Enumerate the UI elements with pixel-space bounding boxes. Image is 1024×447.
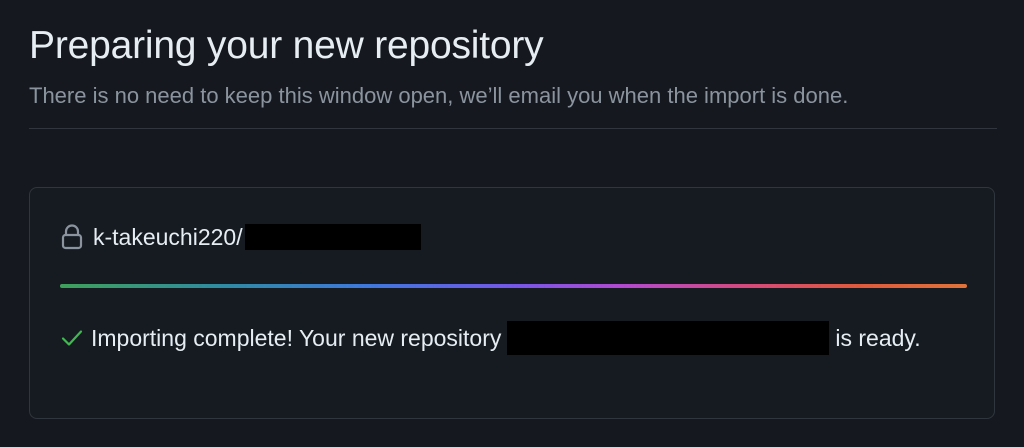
status-message-prefix: Importing complete! Your new repository (91, 325, 502, 351)
repository-owner[interactable]: k-takeuchi220/ (93, 224, 243, 251)
repository-name: k-takeuchi220/ (61, 222, 421, 252)
import-status-card: k-takeuchi220/ Importing complete! Your … (29, 187, 995, 419)
lock-icon (61, 224, 83, 250)
import-status-message: Importing complete! Your new repository i… (61, 318, 941, 358)
status-message-suffix: is ready. (835, 325, 921, 351)
page-header: Preparing your new repository There is n… (29, 22, 997, 110)
redacted-repository-name (244, 224, 421, 250)
import-progress-bar (60, 284, 967, 288)
redacted-repository-link (507, 321, 830, 355)
check-icon (61, 320, 83, 346)
header-divider (29, 128, 997, 129)
page-subtitle: There is no need to keep this window ope… (29, 83, 849, 108)
import-page: Preparing your new repository There is n… (0, 0, 1024, 447)
page-title: Preparing your new repository (29, 24, 544, 67)
